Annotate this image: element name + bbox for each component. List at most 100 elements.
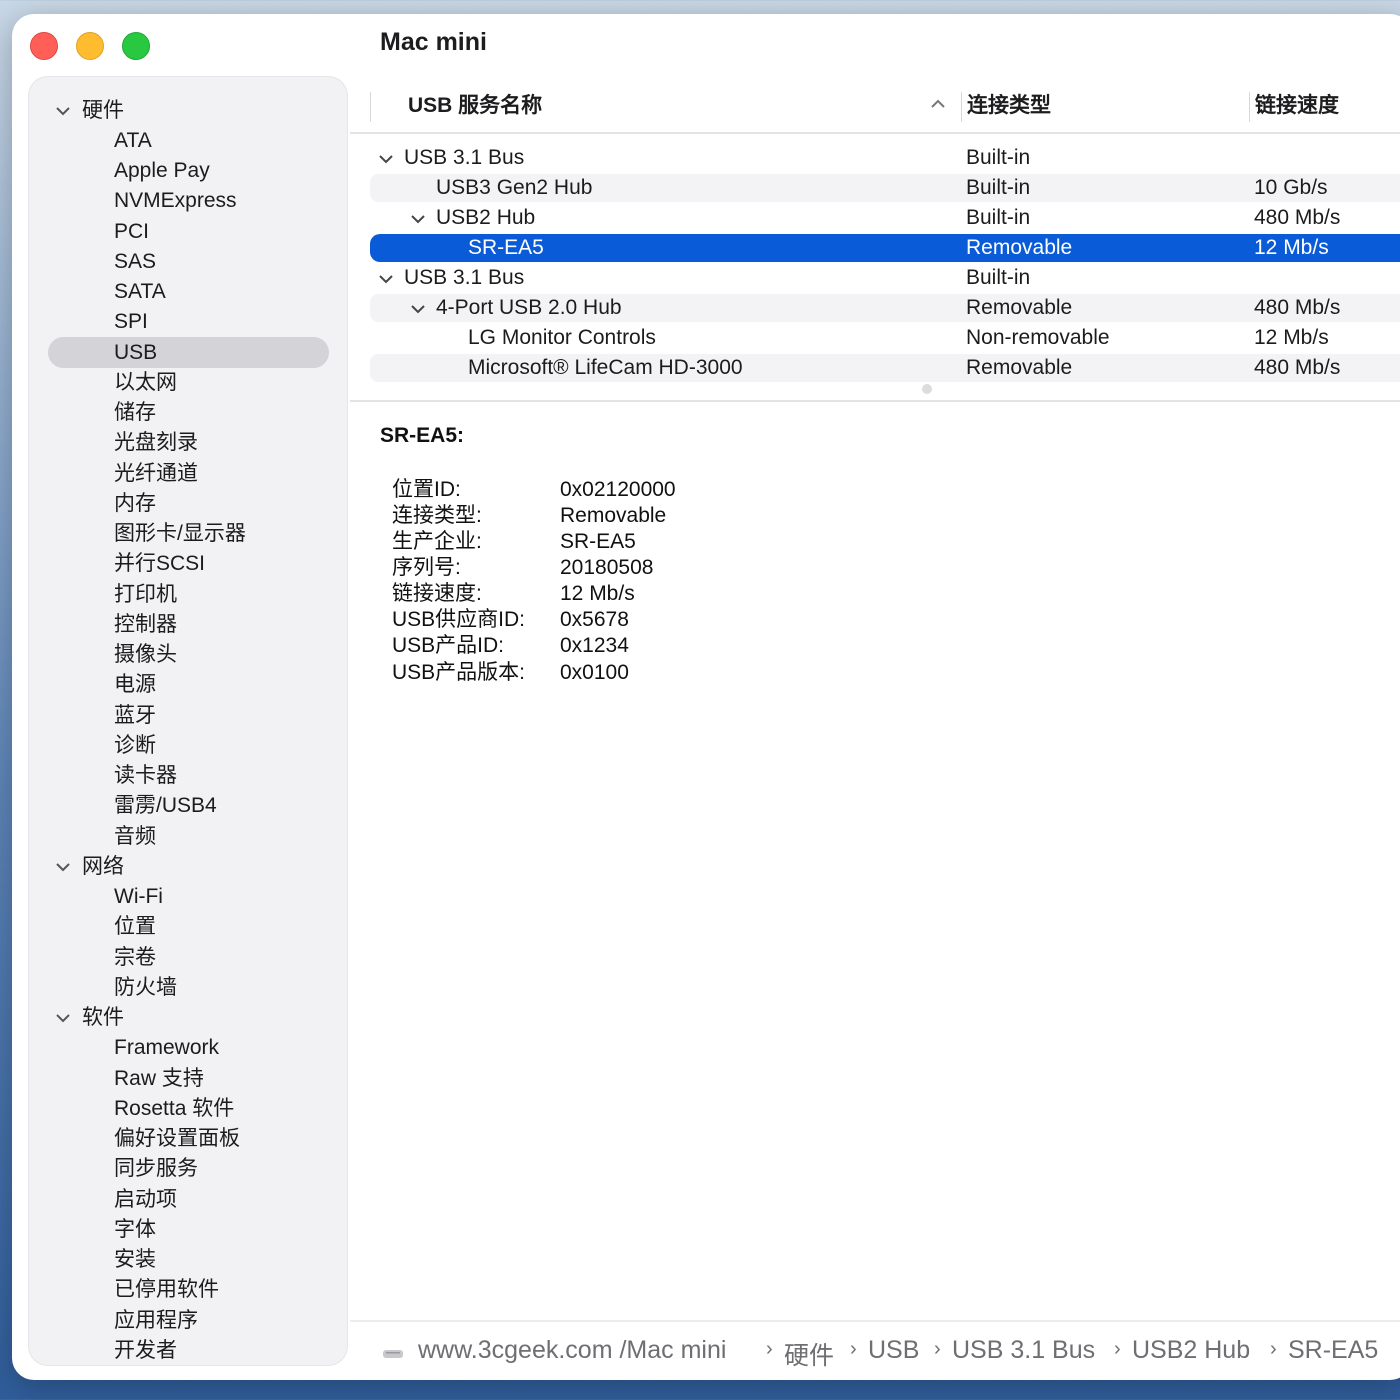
chevron-down-icon[interactable] [54, 1003, 72, 1033]
sidebar-item-card-reader[interactable]: 读卡器 [28, 761, 348, 791]
sidebar-item-label: 防火墙 [114, 976, 177, 999]
sidebar-item-parallel-scsi[interactable]: 并行SCSI [28, 549, 348, 579]
sidebar-item-pci[interactable]: PCI [28, 217, 348, 247]
sidebar-item-label: Raw 支持 [114, 1067, 204, 1090]
table-row[interactable]: USB2 Hub Built-in 480 Mb/s [370, 204, 1400, 232]
row-name: Microsoft® LifeCam HD-3000 [468, 356, 743, 379]
detail-field: 生产企业: SR-EA5 [392, 529, 992, 555]
sidebar[interactable]: 硬件 ATA Apple Pay NVMExpress PCI SAS SATA… [28, 76, 348, 1366]
sidebar-item-raw-support[interactable]: Raw 支持 [28, 1064, 348, 1094]
field-key: 生产企业: [392, 530, 482, 553]
chevron-down-icon[interactable] [377, 264, 395, 292]
table-row-selected[interactable]: SR-EA5 Removable 12 Mb/s [370, 234, 1400, 262]
sidebar-item-volumes[interactable]: 宗卷 [28, 943, 348, 973]
table-row[interactable]: Microsoft® LifeCam HD-3000 Removable 480… [370, 354, 1400, 382]
sidebar-item-nvmexpress[interactable]: NVMExpress [28, 186, 348, 216]
table-row[interactable]: 4-Port USB 2.0 Hub Removable 480 Mb/s [370, 294, 1400, 322]
table-header: USB 服务名称 连接类型 链接速度 [350, 86, 1400, 134]
sidebar-item-label: Framework [114, 1036, 220, 1059]
sidebar-item-applications[interactable]: 应用程序 [28, 1306, 348, 1336]
sidebar-item-spi[interactable]: SPI [28, 307, 348, 337]
sidebar-item-developer[interactable]: 开发者 [28, 1336, 348, 1366]
sidebar-item-storage[interactable]: 储存 [28, 398, 348, 428]
minimize-button[interactable] [76, 32, 104, 60]
close-button[interactable] [30, 32, 58, 60]
zoom-button[interactable] [122, 32, 150, 60]
sidebar-item-label: 并行SCSI [114, 552, 206, 575]
sidebar-item-disabled-software[interactable]: 已停用软件 [28, 1275, 348, 1305]
sidebar-item-apple-pay[interactable]: Apple Pay [28, 156, 348, 186]
path-segment-root[interactable]: www.3cgeek.com /Mac mini [418, 1336, 726, 1365]
path-segment-usb[interactable]: USB [868, 1336, 919, 1365]
sidebar-item-memory[interactable]: 内存 [28, 489, 348, 519]
chevron-right-icon: › [1270, 1338, 1277, 1360]
sidebar-item-framework[interactable]: Framework [28, 1033, 348, 1063]
sidebar-item-label: 控制器 [114, 613, 177, 636]
column-header-name[interactable]: USB 服务名称 [408, 86, 542, 132]
sidebar-item-fibre-channel[interactable]: 光纤通道 [28, 459, 348, 489]
detail-field: 序列号: 20180508 [392, 555, 992, 581]
split-divider[interactable] [350, 400, 1400, 402]
split-handle[interactable] [922, 384, 932, 394]
sidebar-item-sas[interactable]: SAS [28, 247, 348, 277]
sidebar-item-preference-panes[interactable]: 偏好设置面板 [28, 1124, 348, 1154]
sidebar-item-ata[interactable]: ATA [28, 126, 348, 156]
sidebar-item-label: Apple Pay [114, 159, 210, 182]
chevron-up-icon[interactable] [930, 96, 946, 112]
sidebar-item-label: 启动项 [114, 1188, 177, 1211]
column-header-link-speed[interactable]: 链接速度 [1255, 86, 1339, 132]
sidebar-item-usb[interactable]: USB [28, 337, 348, 368]
window-controls [30, 32, 150, 60]
sidebar-item-audio[interactable]: 音频 [28, 822, 348, 852]
row-connection-type: Non-removable [966, 326, 1110, 349]
sidebar-item-graphics-displays[interactable]: 图形卡/显示器 [28, 519, 348, 549]
sidebar-item-thunderbolt[interactable]: 雷雳/USB4 [28, 791, 348, 821]
usb-device-table[interactable]: USB 服务名称 连接类型 链接速度 USB 3.1 Bus Built-in … [350, 86, 1400, 404]
sidebar-item-startup-items[interactable]: 启动项 [28, 1185, 348, 1215]
field-value: SR-EA5 [560, 530, 636, 553]
table-row[interactable]: LG Monitor Controls Non-removable 12 Mb/… [370, 324, 1400, 352]
sidebar-item-diagnostics[interactable]: 诊断 [28, 731, 348, 761]
sidebar-group-software[interactable]: 软件 [28, 1003, 348, 1033]
path-segment-hardware[interactable]: 硬件 [784, 1336, 834, 1372]
field-key: 链接速度: [392, 582, 482, 605]
sidebar-item-rosetta[interactable]: Rosetta 软件 [28, 1094, 348, 1124]
sidebar-item-ethernet[interactable]: 以太网 [28, 368, 348, 398]
sidebar-item-printers[interactable]: 打印机 [28, 580, 348, 610]
sidebar-item-wifi[interactable]: Wi-Fi [28, 882, 348, 912]
table-row[interactable]: USB3 Gen2 Hub Built-in 10 Gb/s [370, 174, 1400, 202]
sidebar-item-bluetooth[interactable]: 蓝牙 [28, 701, 348, 731]
sidebar-group-hardware[interactable]: 硬件 [28, 96, 348, 126]
table-row[interactable]: USB 3.1 Bus Built-in [370, 264, 1400, 292]
path-segment-device[interactable]: SR-EA5 [1288, 1336, 1378, 1365]
column-header-connection-type[interactable]: 连接类型 [967, 86, 1051, 132]
chevron-down-icon[interactable] [377, 144, 395, 172]
sidebar-item-fonts[interactable]: 字体 [28, 1215, 348, 1245]
path-segment-usb-bus[interactable]: USB 3.1 Bus [952, 1336, 1095, 1365]
chevron-down-icon[interactable] [409, 294, 427, 322]
sidebar-item-label: 读卡器 [114, 764, 177, 787]
sidebar-item-label: 同步服务 [114, 1157, 198, 1180]
sidebar-item-sync-services[interactable]: 同步服务 [28, 1154, 348, 1184]
sidebar-item-firewall[interactable]: 防火墙 [28, 973, 348, 1003]
chevron-down-icon[interactable] [54, 852, 72, 882]
sidebar-item-power[interactable]: 电源 [28, 670, 348, 700]
sidebar-item-installations[interactable]: 安装 [28, 1245, 348, 1275]
sidebar-item-controller[interactable]: 控制器 [28, 610, 348, 640]
table-row[interactable]: USB 3.1 Bus Built-in [370, 144, 1400, 172]
sidebar-item-disc-burning[interactable]: 光盘刻录 [28, 428, 348, 458]
path-segment-usb2-hub[interactable]: USB2 Hub [1132, 1336, 1250, 1365]
sidebar-group-network[interactable]: 网络 [28, 852, 348, 882]
chevron-down-icon[interactable] [54, 96, 72, 126]
sidebar-item-label: 图形卡/显示器 [114, 522, 246, 545]
sidebar-item-locations[interactable]: 位置 [28, 912, 348, 942]
chevron-down-icon[interactable] [409, 204, 427, 232]
sidebar-item-camera[interactable]: 摄像头 [28, 640, 348, 670]
chevron-right-icon: › [934, 1338, 941, 1360]
sidebar-item-label: 以太网 [114, 371, 177, 394]
sidebar-item-sata[interactable]: SATA [28, 277, 348, 307]
sidebar-item-label: Wi-Fi [114, 885, 163, 908]
detail-field: USB供应商ID: 0x5678 [392, 607, 992, 633]
sidebar-group-label: 软件 [82, 1006, 124, 1029]
row-name: USB 3.1 Bus [404, 146, 525, 169]
